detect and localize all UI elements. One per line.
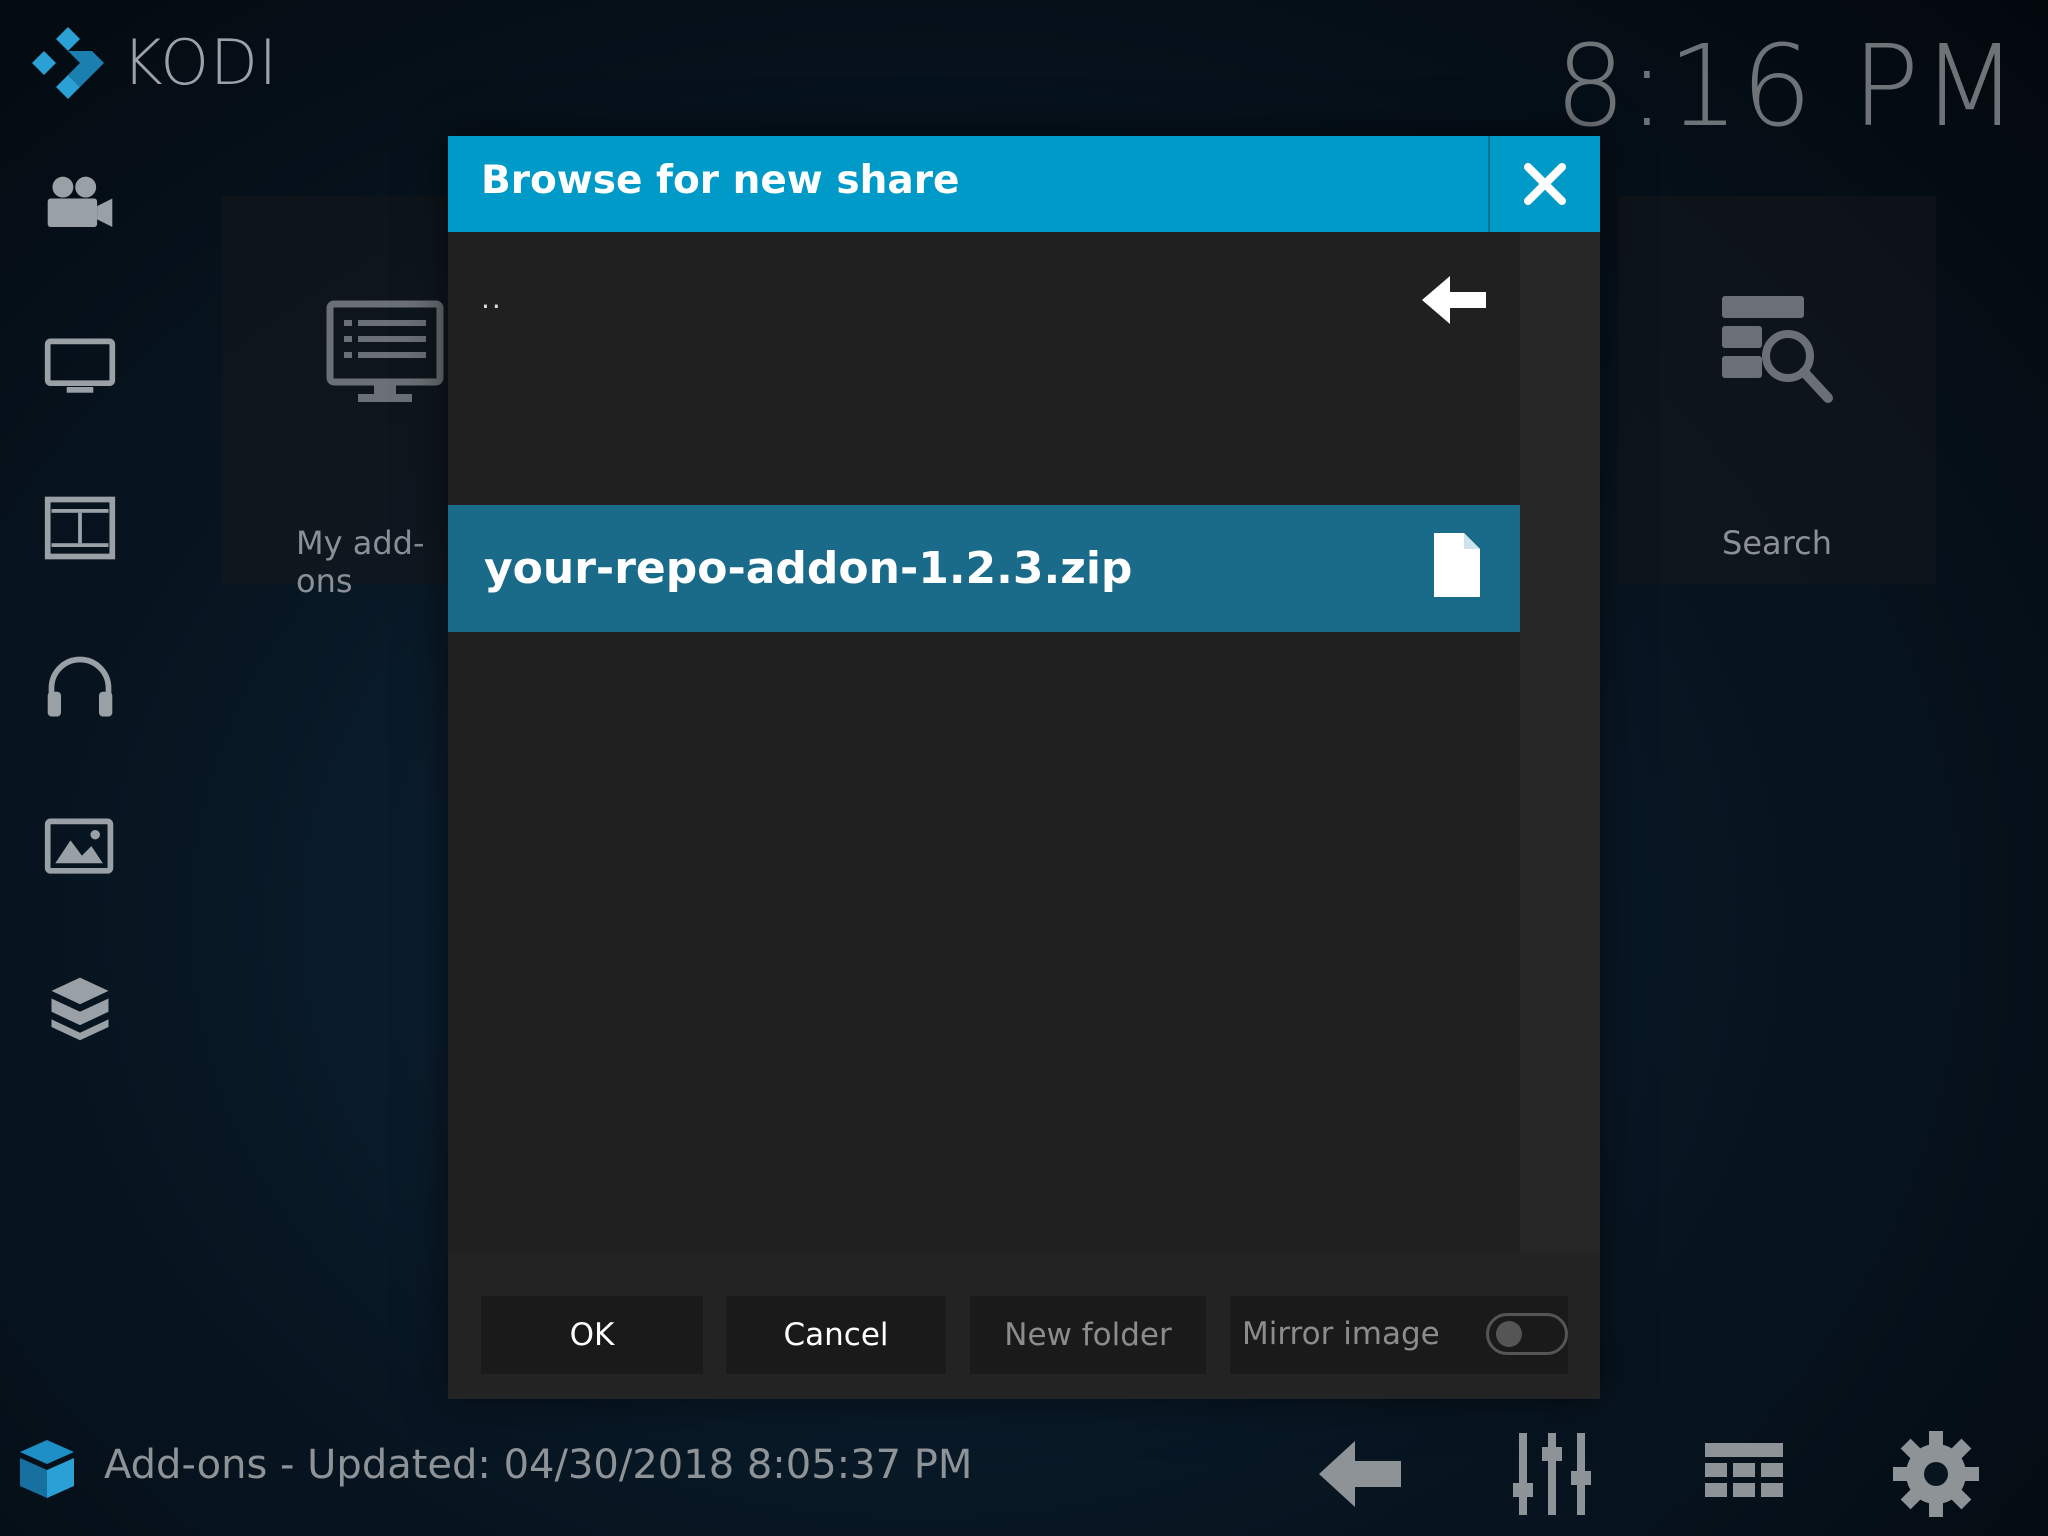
kodi-logo-icon bbox=[32, 26, 104, 99]
search-label: Search bbox=[1722, 524, 1832, 562]
toggle-knob bbox=[1496, 1321, 1522, 1347]
dialog-header: Browse for new share bbox=[448, 136, 1600, 232]
search-tile[interactable]: Search bbox=[1618, 196, 1936, 584]
sidebar-item-music[interactable] bbox=[40, 648, 120, 728]
file-icon bbox=[1434, 533, 1480, 597]
music-headphones-icon bbox=[47, 656, 113, 717]
parent-directory-row[interactable]: .. bbox=[448, 232, 1520, 368]
pictures-icon bbox=[44, 818, 114, 874]
new-folder-button[interactable]: New folder bbox=[970, 1296, 1206, 1374]
sidebar-item-videos[interactable] bbox=[40, 488, 120, 568]
addon-list-icon bbox=[326, 300, 444, 402]
gear-icon bbox=[1893, 1431, 1979, 1517]
back-arrow-icon bbox=[1422, 276, 1486, 324]
back-arrow-icon bbox=[1319, 1441, 1401, 1507]
sliders-icon bbox=[1513, 1433, 1591, 1515]
list-item[interactable]: your-repo-addon-1.2.3.zip bbox=[448, 505, 1520, 632]
my-addons-tile[interactable]: My add-ons bbox=[222, 196, 462, 600]
file-name: your-repo-addon-1.2.3.zip bbox=[484, 543, 1133, 594]
app-name: KODI bbox=[122, 26, 279, 99]
search-icon bbox=[1722, 296, 1833, 403]
sidebar-item-tv[interactable] bbox=[40, 328, 120, 408]
my-addons-label: My add-ons bbox=[296, 524, 425, 600]
clock: 8:16 PM bbox=[1554, 22, 2020, 152]
status-text: Add-ons - Updated: 04/30/2018 8:05:37 PM bbox=[104, 1442, 973, 1488]
back-button[interactable] bbox=[1312, 1426, 1408, 1522]
mirror-image-label: Mirror image bbox=[1242, 1316, 1440, 1352]
mirror-image-toggle[interactable]: Mirror image bbox=[1230, 1296, 1568, 1374]
movies-icon bbox=[47, 176, 113, 227]
view-options-button[interactable] bbox=[1696, 1426, 1792, 1522]
footer-bar: Add-ons - Updated: 04/30/2018 8:05:37 PM bbox=[0, 1416, 2048, 1536]
addons-box-icon bbox=[20, 1440, 74, 1498]
sidebar-item-pictures[interactable] bbox=[40, 808, 120, 888]
browse-dialog: Browse for new share .. your-repo-addon-… bbox=[448, 136, 1600, 1399]
mirror-image-switch[interactable] bbox=[1486, 1313, 1568, 1355]
settings-button[interactable] bbox=[1888, 1426, 1984, 1522]
close-button[interactable] bbox=[1488, 136, 1600, 232]
close-icon bbox=[1524, 163, 1566, 205]
kodi-logo: KODI bbox=[32, 26, 278, 99]
parent-directory-label: .. bbox=[481, 282, 503, 315]
dialog-title: Browse for new share bbox=[481, 158, 960, 203]
sidebar-item-addons[interactable] bbox=[40, 968, 120, 1048]
ok-button[interactable]: OK bbox=[481, 1296, 703, 1374]
grid-icon bbox=[1705, 1443, 1783, 1497]
scrollbar-track[interactable] bbox=[1520, 232, 1600, 1252]
sidebar-item-movies[interactable] bbox=[40, 168, 120, 248]
options-button[interactable] bbox=[1504, 1426, 1600, 1522]
file-list: .. your-repo-addon-1.2.3.zip bbox=[448, 232, 1520, 1252]
cancel-button[interactable]: Cancel bbox=[726, 1296, 946, 1374]
tv-icon bbox=[44, 338, 116, 393]
film-strip-icon bbox=[44, 496, 116, 560]
addons-box-icon bbox=[51, 977, 109, 1041]
